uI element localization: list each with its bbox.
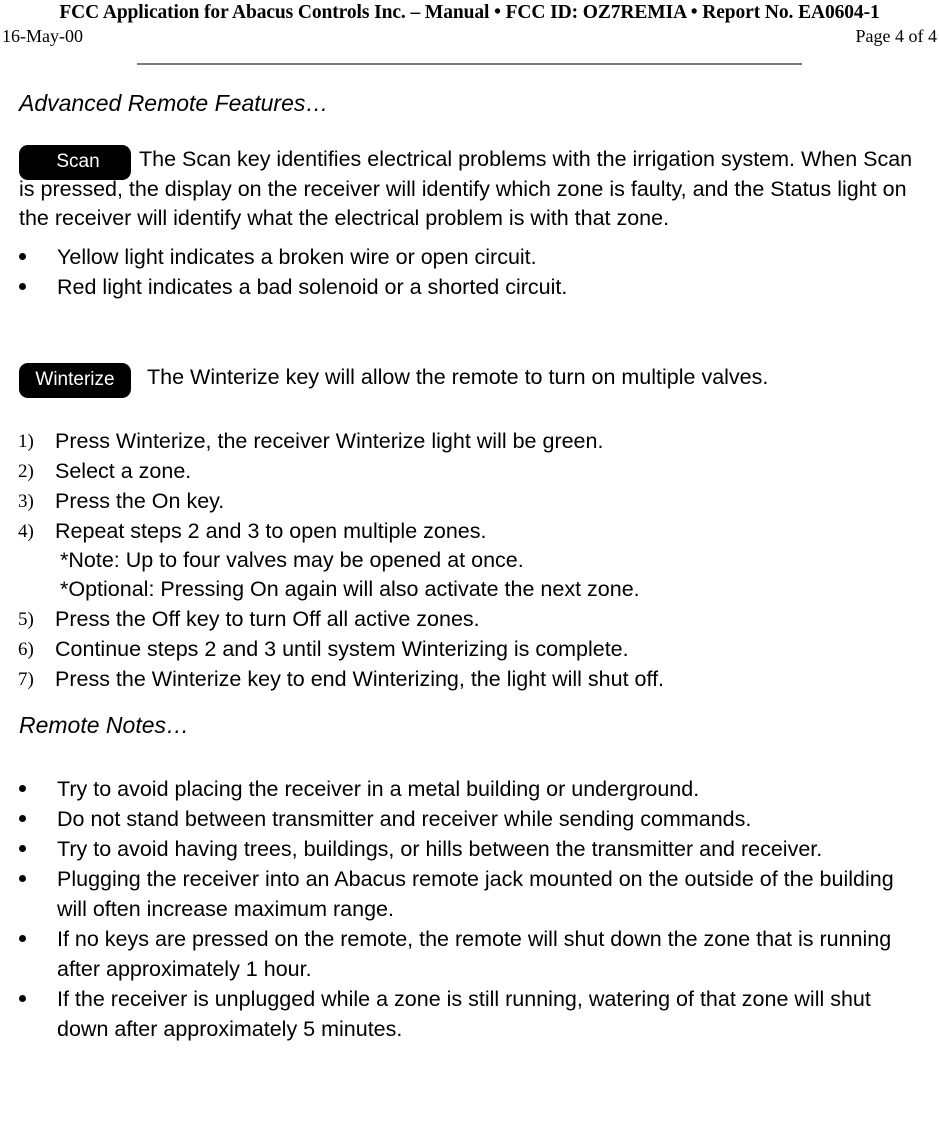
remote-notes-bullet-list: Try to avoid placing the receiver in a m…	[0, 774, 939, 1044]
list-item-text: Yellow light indicates a broken wire or …	[57, 244, 537, 269]
list-item: If the receiver is unplugged while a zon…	[0, 984, 939, 1044]
bullet-dot-icon	[19, 995, 26, 1002]
list-marker: 6)	[18, 639, 34, 660]
list-item: Do not stand between transmitter and rec…	[0, 804, 939, 834]
winterize-key-button[interactable]: Winterize	[19, 362, 131, 398]
list-item: Plugging the receiver into an Abacus rem…	[0, 864, 939, 924]
list-item: If no keys are pressed on the remote, th…	[0, 924, 939, 984]
list-item: 2) Select a zone.	[0, 456, 939, 486]
list-marker: 4)	[18, 521, 34, 542]
list-item-text: Press the Off key to turn Off all active…	[55, 607, 480, 631]
scan-key-block: Scan The Scan key identifies electrical …	[0, 145, 939, 234]
list-item: Try to avoid having trees, buildings, or…	[0, 834, 939, 864]
list-item-text: If the receiver is unplugged while a zon…	[57, 987, 871, 1041]
bullet-dot-icon	[19, 785, 26, 792]
list-item: 1) Press Winterize, the receiver Winteri…	[0, 426, 939, 456]
bullet-dot-icon	[19, 875, 26, 882]
list-item: 7) Press the Winterize key to end Winter…	[0, 664, 939, 694]
list-item: Try to avoid placing the receiver in a m…	[0, 774, 939, 804]
list-marker: 2)	[18, 461, 34, 482]
list-item-text: Try to avoid placing the receiver in a m…	[57, 777, 700, 801]
list-item-text: Continue steps 2 and 3 until system Wint…	[55, 637, 629, 661]
list-item-text: Plugging the receiver into an Abacus rem…	[57, 867, 894, 921]
list-item-text: Press Winterize, the receiver Winterize …	[55, 429, 604, 453]
list-item: 3) Press the On key.	[0, 486, 939, 516]
scan-key-button[interactable]: Scan	[19, 145, 131, 180]
bullet-dot-icon	[19, 252, 26, 260]
bullet-dot-icon	[19, 282, 26, 290]
page-number: Page 4 of 4	[855, 26, 937, 46]
document-header-title: FCC Application for Abacus Controls Inc.…	[59, 2, 880, 23]
page-header: FCC Application for Abacus Controls Inc.…	[0, 0, 939, 65]
list-marker: 5)	[18, 609, 34, 630]
list-marker: 1)	[18, 431, 34, 452]
list-item-text: Do not stand between transmitter and rec…	[57, 807, 752, 831]
scan-description-paragraph: The Scan key identifies electrical probl…	[19, 147, 913, 230]
winterize-sub-note: *Optional: Pressing On again will also a…	[60, 577, 640, 601]
bullet-dot-icon	[19, 935, 26, 942]
list-item: Red light indicates a bad solenoid or a …	[0, 272, 939, 302]
list-item: Yellow light indicates a broken wire or …	[0, 242, 939, 272]
winterize-sub-note: *Note: Up to four valves may be opened a…	[60, 548, 524, 572]
list-item-text: If no keys are pressed on the remote, th…	[57, 927, 892, 981]
header-divider-rule	[137, 63, 802, 65]
header-second-row: 16-May-00 Page 4 of 4	[0, 24, 939, 50]
list-item-text: Select a zone.	[55, 459, 192, 483]
bullet-dot-icon	[19, 845, 26, 852]
scan-indicator-bullet-list: Yellow light indicates a broken wire or …	[0, 242, 939, 302]
bullet-dot-icon	[19, 815, 26, 822]
heading-advanced-remote-features: Advanced Remote Features…	[19, 90, 329, 116]
list-marker: 3)	[18, 491, 34, 512]
list-item-text: Press the Winterize key to end Winterizi…	[55, 667, 665, 691]
list-item-text: Press the On key.	[55, 489, 225, 513]
winterize-description-paragraph: The Winterize key will allow the remote …	[147, 364, 769, 389]
list-marker: 7)	[18, 669, 34, 690]
list-item: 5) Press the Off key to turn Off all act…	[0, 604, 939, 634]
list-item-text: Repeat steps 2 and 3 to open multiple zo…	[55, 519, 487, 543]
list-item: 4) Repeat steps 2 and 3 to open multiple…	[0, 516, 939, 546]
winterize-step-list: 1) Press Winterize, the receiver Winteri…	[0, 426, 939, 546]
winterize-key-block: Winterize The Winterize key will allow t…	[0, 362, 939, 398]
list-item-text: Try to avoid having trees, buildings, or…	[57, 837, 823, 861]
winterize-step-list-continued: 5) Press the Off key to turn Off all act…	[0, 604, 939, 694]
document-body: Advanced Remote Features… Scan The Scan …	[0, 88, 939, 1044]
heading-remote-notes: Remote Notes…	[19, 712, 190, 738]
list-item: 6) Continue steps 2 and 3 until system W…	[0, 634, 939, 664]
document-date: 16-May-00	[2, 26, 83, 46]
list-item-text: Red light indicates a bad solenoid or a …	[57, 274, 568, 299]
